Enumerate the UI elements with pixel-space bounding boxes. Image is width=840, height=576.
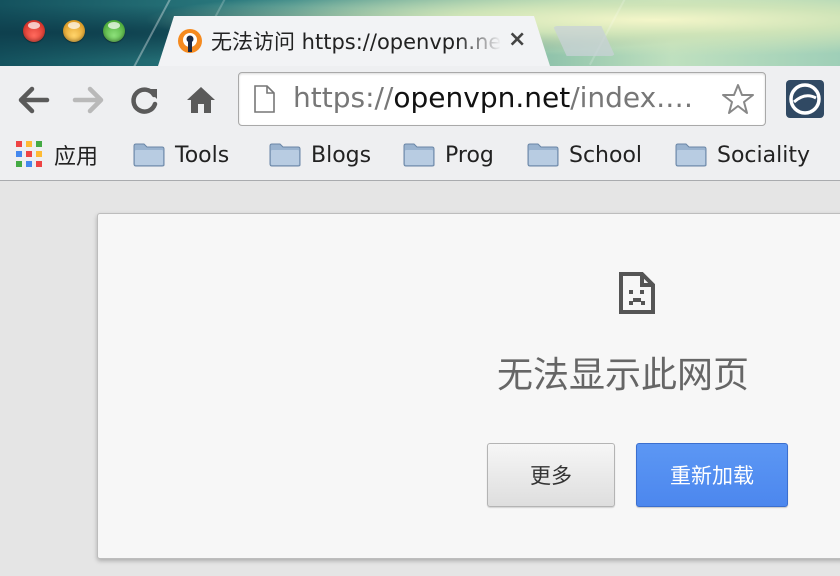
more-button[interactable]: 更多 [487,443,615,507]
bookmark-folder-sociality[interactable]: Sociality [675,138,810,172]
folder-icon [269,143,301,167]
bookmark-folder-school[interactable]: School [527,138,642,172]
error-title: 无法显示此网页 [497,355,750,396]
folder-icon [133,143,165,167]
page-icon [254,85,275,113]
bookmark-label: School [569,142,643,168]
folder-icon [675,143,707,167]
tab-content: 无法访问 https://openvpn.net [175,22,537,60]
url-path: /index.… [570,81,694,114]
bookmark-folder-blogs[interactable]: Blogs [269,138,371,172]
window-close-button[interactable] [23,20,45,42]
openvpn-icon [178,29,202,53]
url-text[interactable]: https://openvpn.net/index.… [293,81,707,114]
bookmark-label: Prog [445,142,494,168]
reload-icon [131,87,158,114]
back-arrow-icon [18,86,50,114]
sad-page-icon [619,272,655,314]
openvpn-extension-icon [789,83,821,115]
bookmark-apps[interactable]: 应用 [16,138,98,172]
openvpn-extension-button[interactable] [786,80,824,118]
tab-close-icon[interactable]: × [508,28,526,52]
reload-page-button[interactable]: 重新加载 [636,443,788,507]
reload-button[interactable] [127,82,163,118]
home-icon [187,87,215,113]
back-button[interactable] [15,82,51,118]
bookmark-label: Tools [175,142,230,168]
folder-icon [527,143,559,167]
folder-icon [403,143,435,167]
window-maximize-button[interactable] [103,20,125,42]
url-scheme: https:// [293,81,394,114]
url-host: openvpn.net [393,81,571,114]
bookmark-label: Blogs [311,142,372,168]
bookmark-folder-tools[interactable]: Tools [133,138,229,172]
home-button[interactable] [183,82,219,118]
bookmark-label: 应用 [54,145,99,170]
bookmark-folder-prog[interactable]: Prog [403,138,494,172]
bookmark-star-icon[interactable] [721,82,755,116]
address-bar[interactable]: https://openvpn.net/index.… [238,72,766,126]
bookmark-label: Sociality [717,142,810,168]
apps-grid-icon [16,141,42,167]
tab-title: 无法访问 https://openvpn.net [211,30,501,54]
forward-button[interactable] [71,82,107,118]
forward-arrow-icon [72,86,104,114]
window-minimize-button[interactable] [63,20,85,42]
